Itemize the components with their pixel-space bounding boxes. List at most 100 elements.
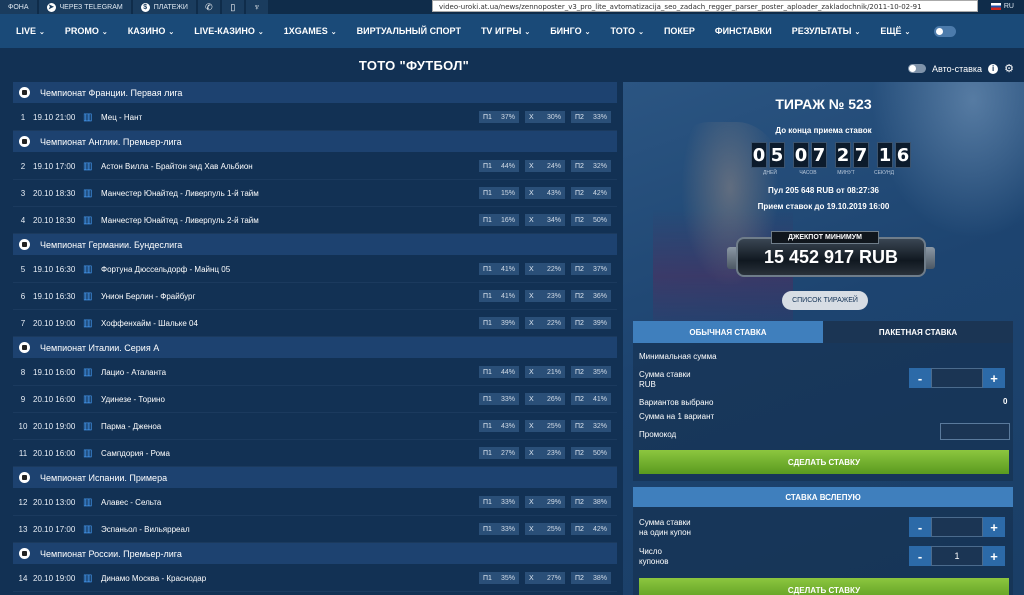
plus-button[interactable]: +: [983, 368, 1005, 388]
outcome-x[interactable]: X 23%: [525, 447, 565, 459]
outcome-x[interactable]: X 27%: [525, 572, 565, 584]
outcome-p1[interactable]: П1 15%: [479, 187, 519, 199]
nav-item[interactable]: PROMO ⌄: [65, 26, 108, 36]
nav-item[interactable]: 1XGAMES ⌄: [284, 26, 337, 36]
outcome-x[interactable]: X 23%: [525, 290, 565, 302]
outcome-p2[interactable]: П2 50%: [571, 447, 611, 459]
tab-package-bet[interactable]: ПАКЕТНАЯ СТАВКА: [823, 321, 1013, 343]
outcome-x[interactable]: X 24%: [525, 160, 565, 172]
nav-item[interactable]: БИНГО ⌄: [550, 26, 590, 36]
stats-chart-icon[interactable]: ▥: [83, 497, 101, 508]
stats-chart-icon[interactable]: ▥: [83, 264, 101, 275]
outcome-p1[interactable]: П1 16%: [479, 214, 519, 226]
outcome-p1[interactable]: П1 35%: [479, 572, 519, 584]
sum-input[interactable]: [931, 368, 983, 388]
auto-bet-toggle[interactable]: [908, 64, 926, 73]
outcome-p1[interactable]: П1 39%: [479, 317, 519, 329]
outcome-p2[interactable]: П2 38%: [571, 496, 611, 508]
outcome-p2[interactable]: П2 32%: [571, 160, 611, 172]
stats-chart-icon[interactable]: ▥: [83, 421, 101, 432]
outcome-percent: 23%: [546, 292, 561, 300]
promo-input[interactable]: [940, 423, 1010, 440]
outcome-x[interactable]: X 22%: [525, 317, 565, 329]
topbar-item-phone[interactable]: ФОНА: [0, 0, 37, 14]
outcome-x[interactable]: X 43%: [525, 187, 565, 199]
info-icon[interactable]: i: [988, 63, 999, 74]
outcome-x[interactable]: X 22%: [525, 263, 565, 275]
stats-chart-icon[interactable]: ▥: [83, 573, 101, 584]
stats-chart-icon[interactable]: ▥: [83, 215, 101, 226]
sum-stepper: - +: [909, 368, 1005, 388]
language-selector[interactable]: RU: [990, 0, 1014, 12]
make-bet-button[interactable]: СДЕЛАТЬ СТАВКУ: [639, 450, 1009, 474]
nav-item[interactable]: TV ИГРЫ ⌄: [481, 26, 530, 36]
plus-button[interactable]: +: [983, 546, 1005, 566]
nav-item[interactable]: КАЗИНО ⌄: [128, 26, 174, 36]
stats-chart-icon[interactable]: ▥: [83, 112, 101, 123]
match-row: 2 19.10 17:00 ▥ Астон Вилла - Брайтон энд Х…: [13, 153, 617, 180]
stats-chart-icon[interactable]: ▥: [83, 524, 101, 535]
outcome-p1[interactable]: П1 33%: [479, 393, 519, 405]
outcome-p2[interactable]: П2 50%: [571, 214, 611, 226]
outcome-p1[interactable]: П1 44%: [479, 366, 519, 378]
topbar-item-payments[interactable]: $ ПЛАТЕЖИ: [132, 0, 196, 14]
outcome-p2[interactable]: П2 39%: [571, 317, 611, 329]
outcome-p2[interactable]: П2 38%: [571, 572, 611, 584]
outcome-p1[interactable]: П1 41%: [479, 290, 519, 302]
outcome-p2[interactable]: П2 41%: [571, 393, 611, 405]
outcome-x[interactable]: X 21%: [525, 366, 565, 378]
outcome-x[interactable]: X 30%: [525, 111, 565, 123]
stats-chart-icon[interactable]: ▥: [83, 291, 101, 302]
nav-item[interactable]: ПОКЕР: [664, 26, 695, 36]
coupon-count-input[interactable]: 1: [931, 546, 983, 566]
minus-button[interactable]: -: [909, 517, 931, 537]
outcome-p2[interactable]: П2 36%: [571, 290, 611, 302]
stats-chart-icon[interactable]: ▥: [83, 448, 101, 459]
outcome-x[interactable]: X 25%: [525, 420, 565, 432]
outcome-p2[interactable]: П2 42%: [571, 523, 611, 535]
theme-toggle[interactable]: [934, 25, 957, 37]
outcome-x[interactable]: X 25%: [525, 523, 565, 535]
minus-button[interactable]: -: [909, 546, 931, 566]
nav-item[interactable]: LIVE-КАЗИНО ⌄: [194, 26, 263, 36]
tab-normal-bet[interactable]: ОБЫЧНАЯ СТАВКА: [633, 321, 823, 343]
outcome-p1[interactable]: П1 44%: [479, 160, 519, 172]
nav-item[interactable]: ЕЩЁ ⌄: [880, 26, 910, 36]
outcome-p1[interactable]: П1 27%: [479, 447, 519, 459]
blind-sum-input[interactable]: [931, 517, 983, 537]
phone-icon[interactable]: ✆: [197, 0, 220, 14]
trophy-icon[interactable]: ♆: [245, 0, 268, 14]
nav-item[interactable]: ТОТО ⌄: [611, 26, 644, 36]
gear-icon[interactable]: ⚙: [1004, 62, 1014, 75]
stats-chart-icon[interactable]: ▥: [83, 188, 101, 199]
outcome-p1[interactable]: П1 33%: [479, 496, 519, 508]
stats-chart-icon[interactable]: ▥: [83, 161, 101, 172]
outcome-p1[interactable]: П1 43%: [479, 420, 519, 432]
stats-chart-icon[interactable]: ▥: [83, 394, 101, 405]
nav-item[interactable]: ФИНСТАВКИ: [715, 26, 772, 36]
outcome-p2[interactable]: П2 35%: [571, 366, 611, 378]
outcome-p1[interactable]: П1 37%: [479, 111, 519, 123]
stats-chart-icon[interactable]: ▥: [83, 318, 101, 329]
nav-item[interactable]: ВИРТУАЛЬНЫЙ СПОРТ: [357, 26, 461, 36]
outcome-x[interactable]: X 26%: [525, 393, 565, 405]
outcome-p2[interactable]: П2 42%: [571, 187, 611, 199]
outcome-p2[interactable]: П2 32%: [571, 420, 611, 432]
outcome-x[interactable]: X 29%: [525, 496, 565, 508]
blind-make-bet-button[interactable]: СДЕЛАТЬ СТАВКУ: [639, 578, 1009, 595]
nav-item[interactable]: РЕЗУЛЬТАТЫ ⌄: [792, 26, 861, 36]
outcome-percent: 38%: [592, 574, 607, 582]
nav-item[interactable]: LIVE ⌄: [16, 26, 45, 36]
topbar-item-telegram[interactable]: ➤ ЧЕРЕЗ TELEGRAM: [38, 0, 131, 14]
outcome-percent: 34%: [546, 216, 561, 224]
outcome-x[interactable]: X 34%: [525, 214, 565, 226]
outcome-p1[interactable]: П1 41%: [479, 263, 519, 275]
outcome-p2[interactable]: П2 37%: [571, 263, 611, 275]
plus-button[interactable]: +: [983, 517, 1005, 537]
mobile-icon[interactable]: ▯: [221, 0, 244, 14]
stats-chart-icon[interactable]: ▥: [83, 367, 101, 378]
outcome-p2[interactable]: П2 33%: [571, 111, 611, 123]
draws-list-button[interactable]: СПИСОК ТИРАЖЕЙ: [782, 291, 868, 310]
minus-button[interactable]: -: [909, 368, 931, 388]
outcome-p1[interactable]: П1 33%: [479, 523, 519, 535]
